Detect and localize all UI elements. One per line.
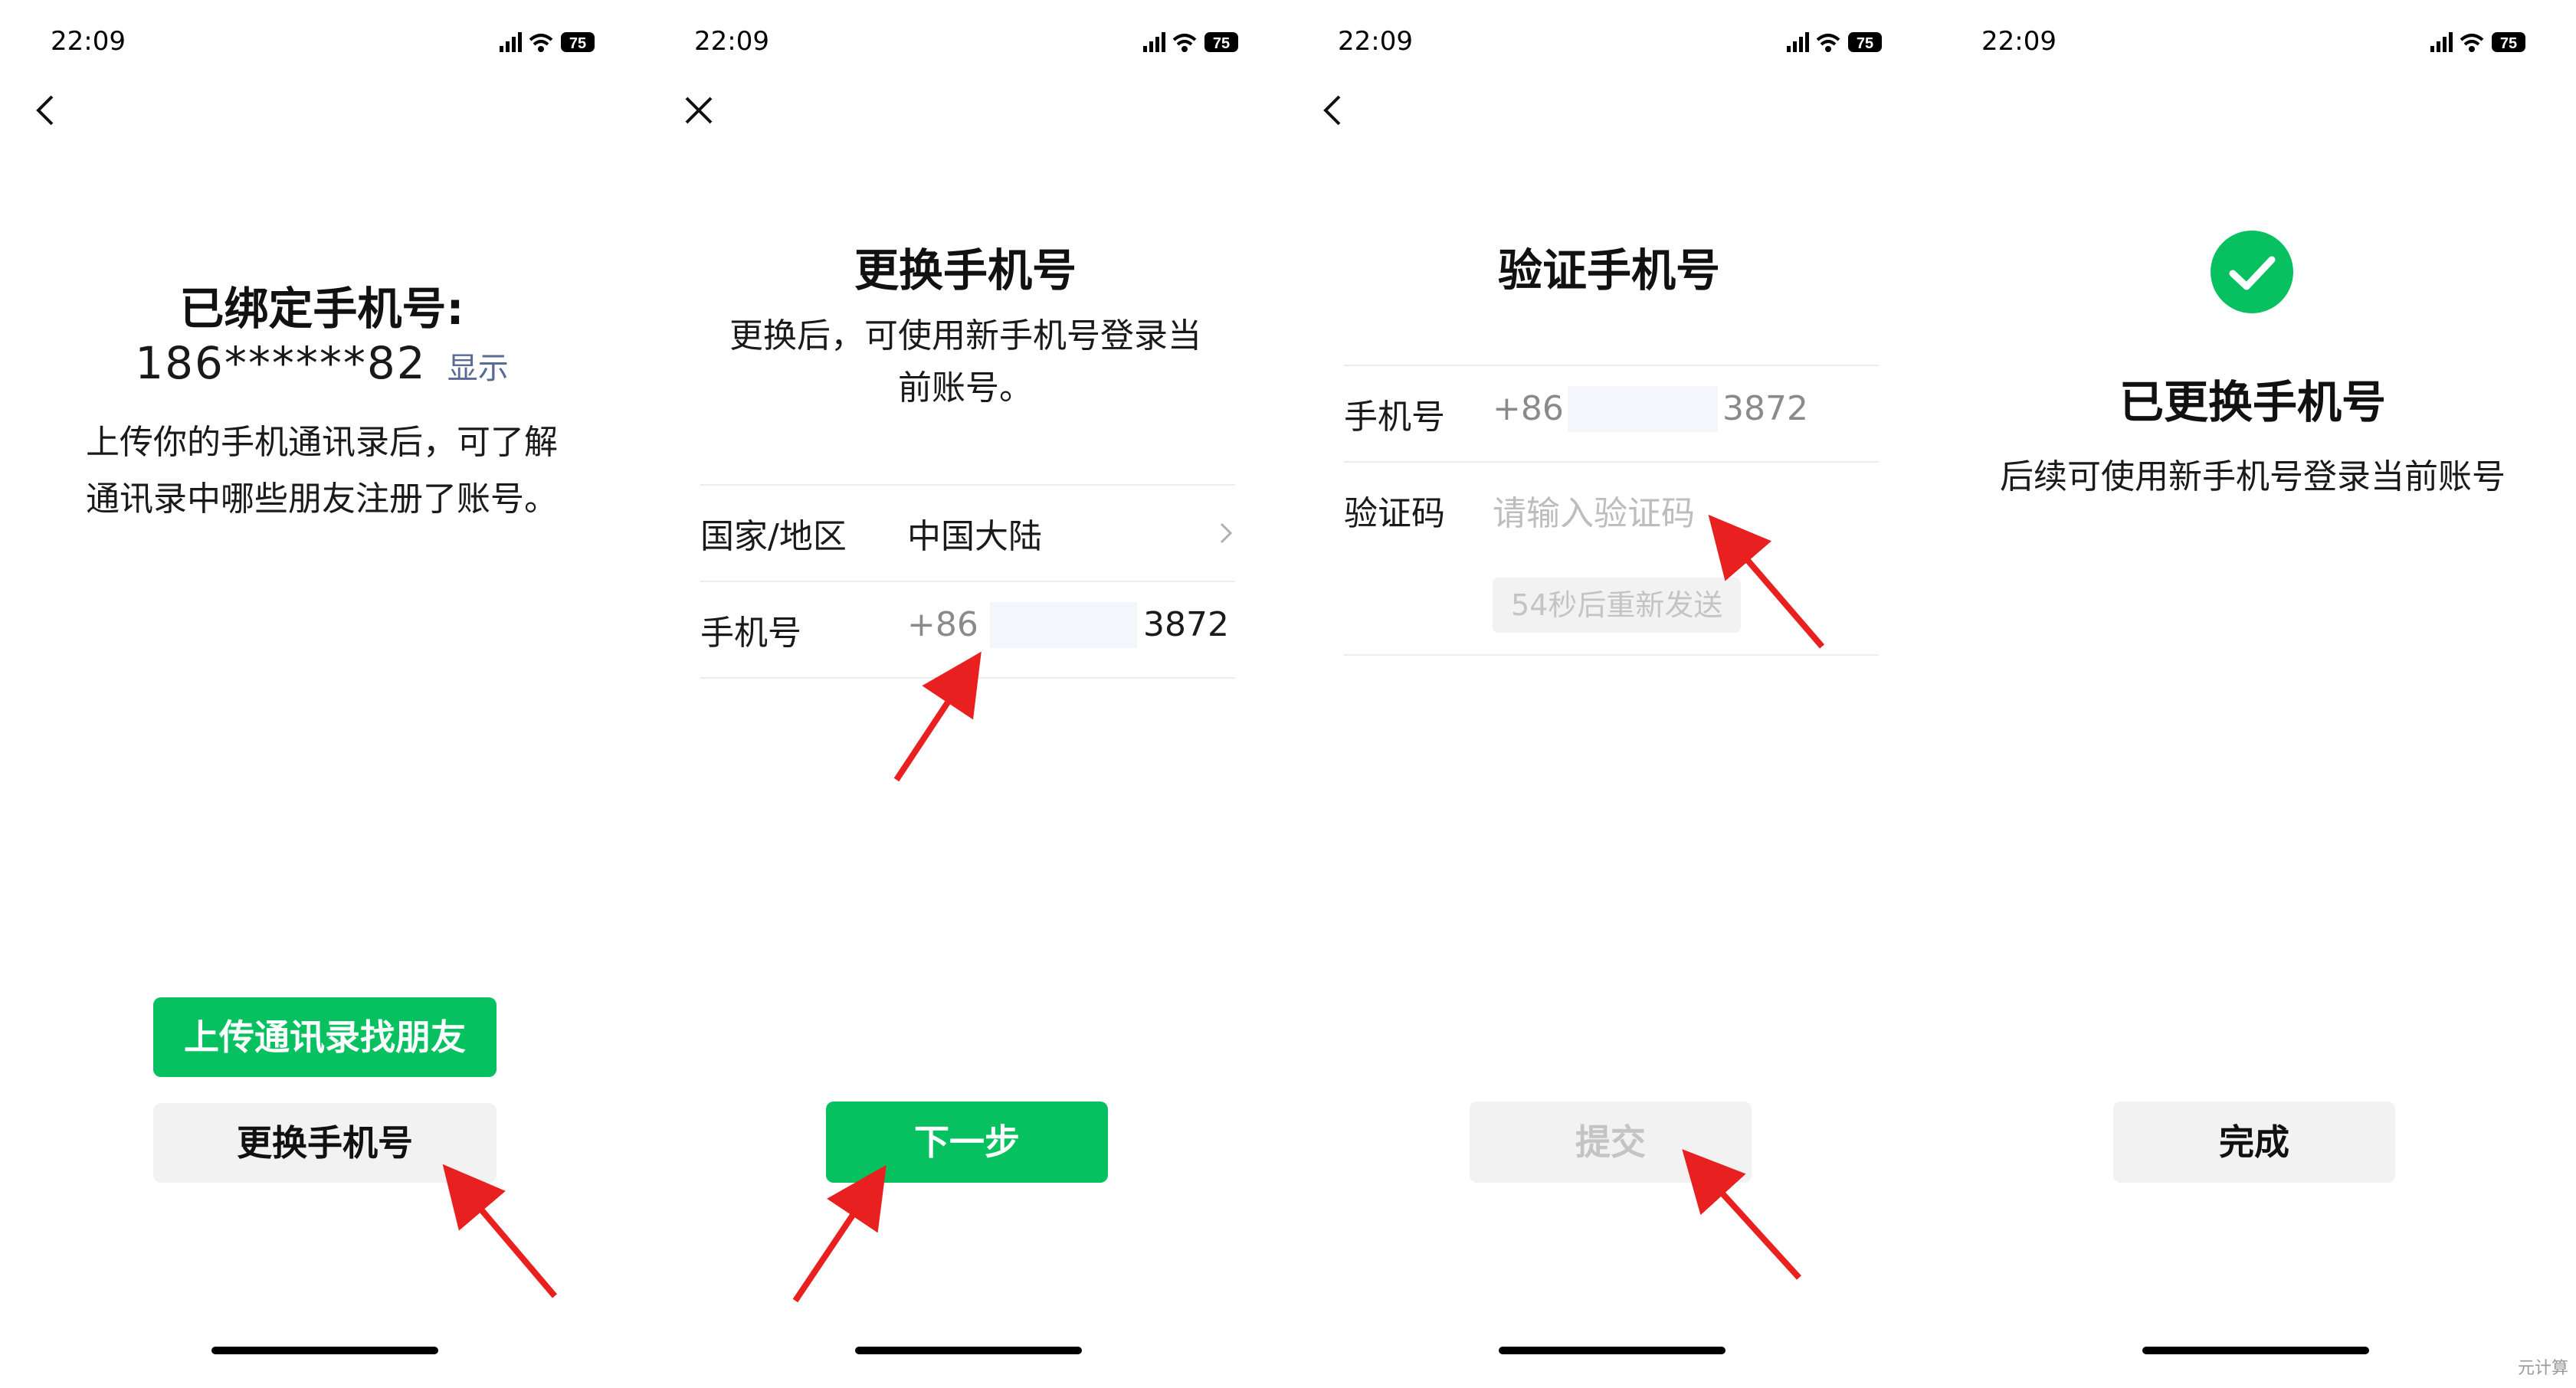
submit-button[interactable]: 提交 — [1470, 1102, 1752, 1183]
wifi-icon — [2460, 34, 2484, 52]
close-icon[interactable] — [679, 90, 719, 130]
back-chevron-icon[interactable] — [28, 90, 67, 130]
redacted-number-mask — [990, 602, 1137, 648]
phone-label: 手机号 — [1344, 398, 1445, 437]
home-indicator — [855, 1347, 1082, 1354]
signal-icon — [1787, 32, 1809, 52]
show-number-link[interactable]: 显示 — [447, 351, 509, 386]
chevron-right-icon — [1220, 522, 1233, 544]
code-input[interactable]: 请输入验证码 — [1493, 486, 1695, 535]
page-title: 验证手机号 — [1497, 244, 1720, 296]
signal-icon — [1143, 32, 1165, 52]
page-title: 已绑定手机号: — [179, 283, 464, 335]
screen-change-phone: 22:09 75 更换手机号 更换后，可使用新手机号登录当 前账号。 国家/地区… — [644, 0, 1287, 1388]
status-icons: 75 — [2430, 32, 2525, 52]
change-phone-button[interactable]: 更换手机号 — [153, 1103, 497, 1183]
subtitle-line2: 前账号。 — [898, 368, 1033, 408]
screen-phone-changed: 22:09 75 已更换手机号 后续可使用新手机号登录当前账号 完成 — [1931, 0, 2574, 1388]
home-indicator — [211, 1347, 438, 1354]
status-time: 22:09 — [1981, 26, 2057, 57]
signal-icon — [500, 32, 522, 52]
bound-phone-row: 186******82 显示 — [0, 337, 644, 389]
page-title: 更换手机号 — [854, 244, 1077, 296]
wifi-icon — [1816, 34, 1840, 52]
watermark-text: 元计算 — [2517, 1359, 2568, 1378]
divider — [1344, 654, 1879, 656]
description-line2: 通讯录中哪些朋友注册了账号。 — [86, 480, 558, 519]
phone-prefix: +86 — [907, 605, 978, 644]
back-chevron-icon[interactable] — [1315, 90, 1355, 130]
region-value: 中国大陆 — [907, 517, 1042, 556]
phone-label: 手机号 — [700, 614, 801, 653]
signal-icon — [2430, 32, 2453, 52]
battery-level: 75 — [1213, 35, 1230, 52]
wifi-icon — [529, 34, 553, 52]
subtitle-line1: 更换后，可使用新手机号登录当 — [729, 316, 1201, 355]
screen-verify-phone: 22:09 75 验证手机号 手机号 +86 3872 验证码 请输入验证码 5… — [1287, 0, 1931, 1388]
done-button[interactable]: 完成 — [2113, 1102, 2395, 1183]
region-row[interactable]: 国家/地区 中国大陆 — [700, 486, 1235, 581]
status-time: 22:09 — [51, 26, 126, 57]
phone-suffix: 3872 — [1143, 605, 1229, 644]
redacted-number-mask — [1568, 386, 1718, 432]
wifi-icon — [1172, 34, 1197, 52]
region-label: 国家/地区 — [700, 517, 847, 556]
phone-suffix: 3872 — [1722, 389, 1808, 428]
phone-row[interactable]: 手机号 +86 3872 — [700, 582, 1235, 677]
code-row: 验证码 请输入验证码 54秒后重新发送 — [1344, 463, 1879, 654]
status-time: 22:09 — [694, 26, 769, 57]
page-title: 已更换手机号 — [2119, 376, 2386, 428]
status-time: 22:09 — [1338, 26, 1413, 57]
next-step-button[interactable]: 下一步 — [826, 1102, 1108, 1183]
resend-code-button[interactable]: 54秒后重新发送 — [1493, 578, 1742, 633]
battery-level: 75 — [1857, 35, 1873, 52]
battery-level: 75 — [2500, 35, 2517, 52]
divider — [700, 677, 1235, 679]
phone-row: 手机号 +86 3872 — [1344, 366, 1879, 461]
home-indicator — [2142, 1347, 2369, 1354]
status-icons: 75 — [1787, 32, 1882, 52]
screen-bound-phone: 22:09 75 已绑定手机号: 186******82 显示 上传你的手机通讯… — [0, 0, 644, 1388]
success-check-icon — [2211, 231, 2293, 313]
phone-prefix: +86 — [1493, 389, 1564, 428]
status-icons: 75 — [1143, 32, 1238, 52]
success-description: 后续可使用新手机号登录当前账号 — [2000, 457, 2506, 496]
home-indicator — [1499, 1347, 1726, 1354]
status-icons: 75 — [500, 32, 595, 52]
upload-contacts-button[interactable]: 上传通讯录找朋友 — [153, 997, 497, 1077]
code-label: 验证码 — [1344, 494, 1445, 533]
battery-level: 75 — [569, 35, 586, 52]
bound-phone-number: 186******82 — [135, 337, 427, 389]
description-line1: 上传你的手机通讯录后，可了解 — [86, 423, 558, 462]
